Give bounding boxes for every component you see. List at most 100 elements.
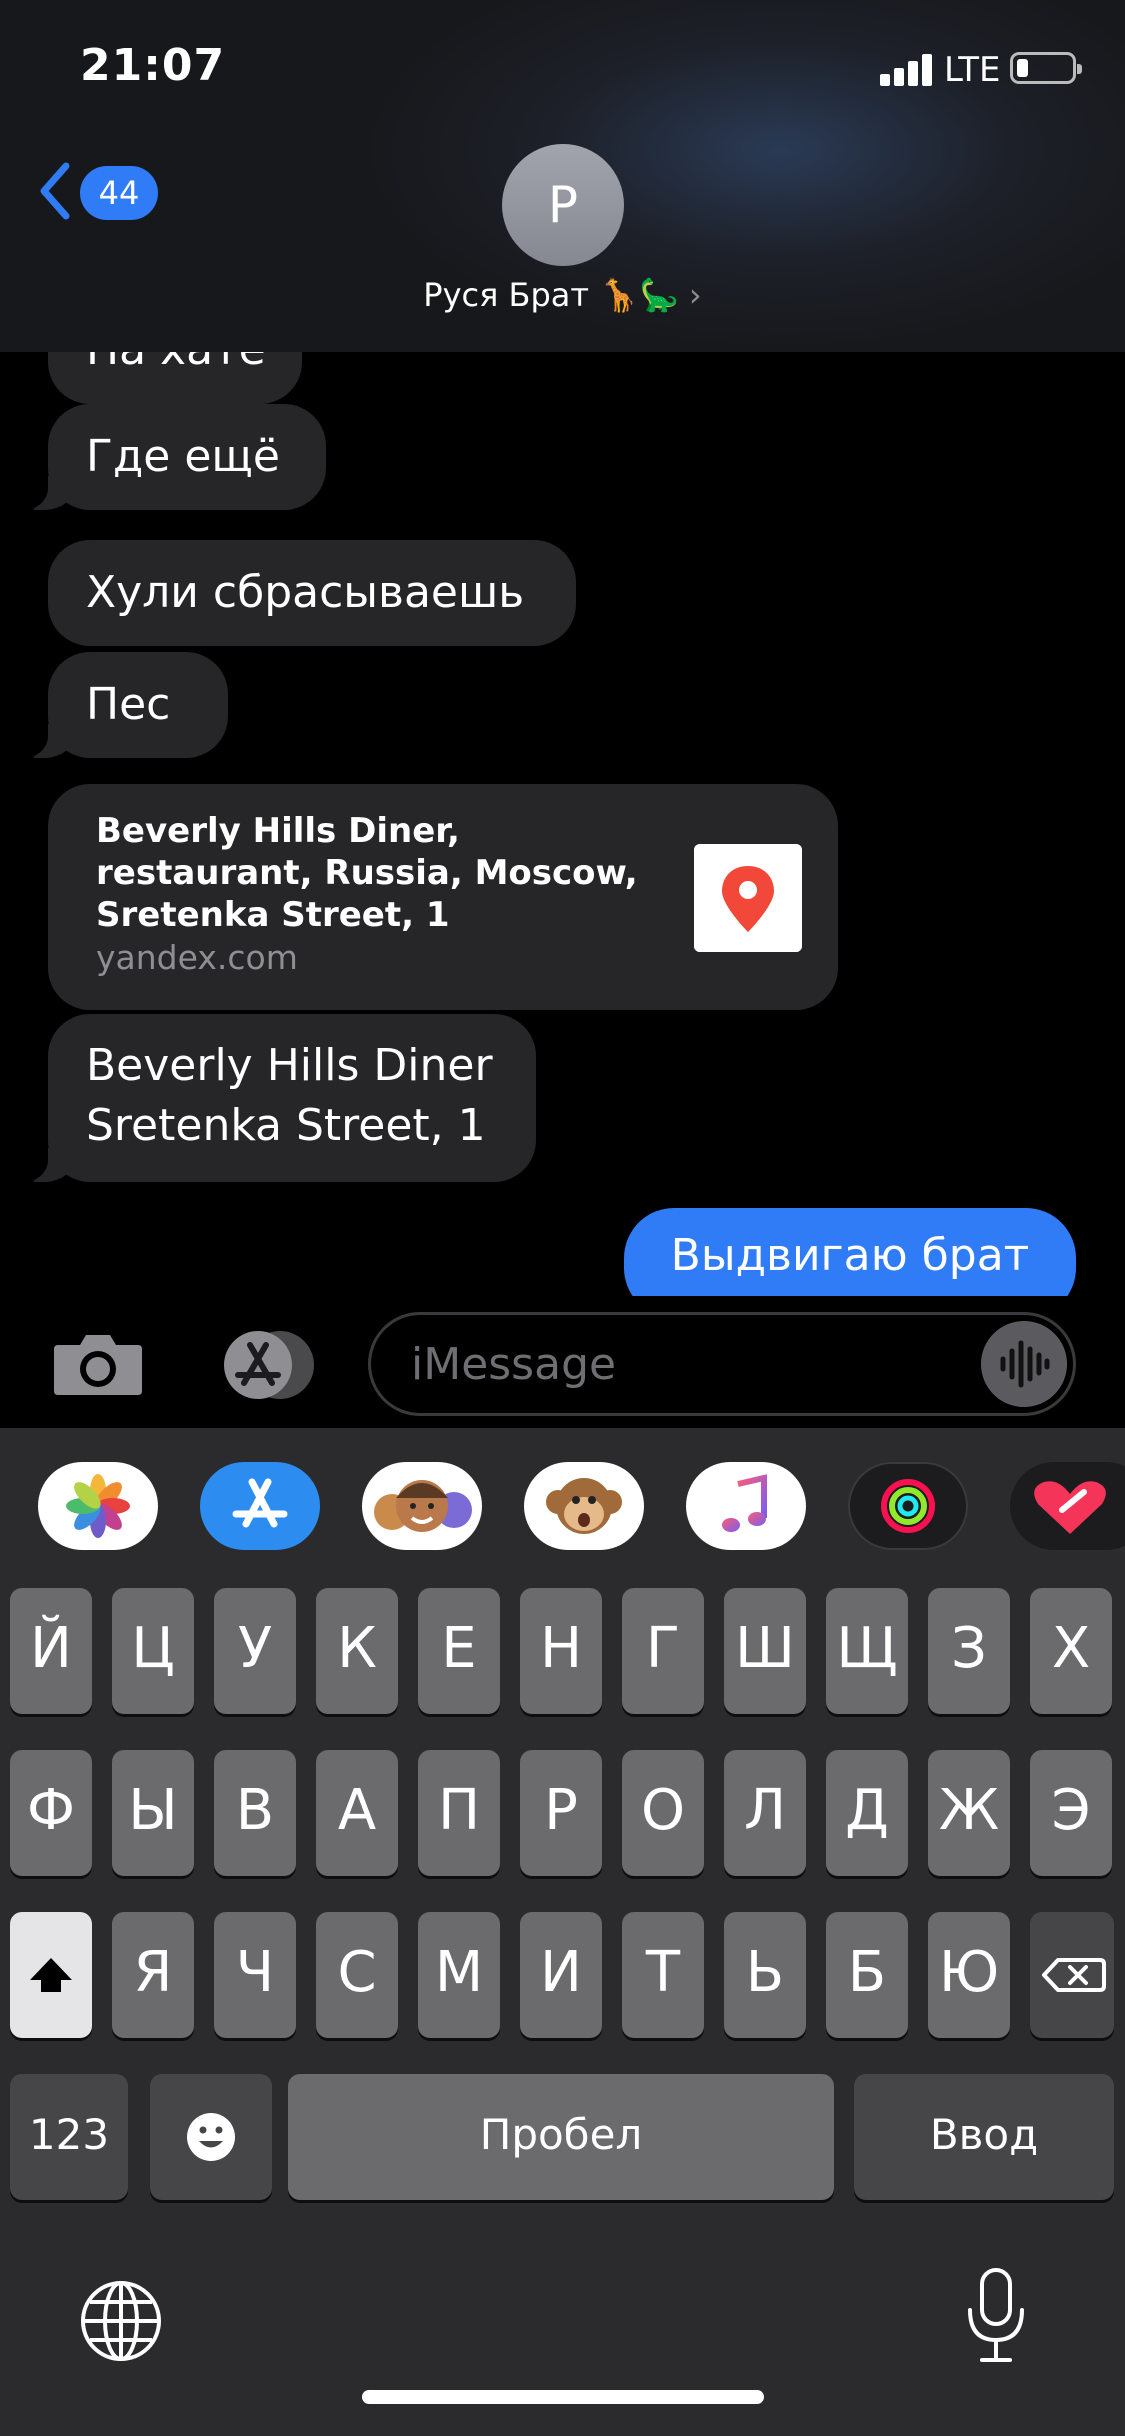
key-letter[interactable]: Й: [10, 1588, 92, 1714]
received-message[interactable]: Хули сбрасываешь: [48, 540, 576, 646]
contact-avatar[interactable]: P: [502, 144, 624, 266]
app-memoji-stickers[interactable]: [362, 1462, 482, 1550]
key-label: Ф: [26, 1778, 76, 1843]
key-letter[interactable]: П: [418, 1750, 500, 1876]
key-letter[interactable]: Ч: [214, 1912, 296, 2038]
conversation-header: 21:07 LTE 44 P Руся Брат 🦒🦕 ›: [0, 0, 1125, 352]
key-label: А: [337, 1778, 377, 1843]
key-letter[interactable]: Г: [622, 1588, 704, 1714]
key-label: Л: [743, 1778, 787, 1843]
app-appstore[interactable]: [200, 1462, 320, 1550]
key-label: Е: [441, 1616, 477, 1681]
key-label: Ж: [938, 1778, 1000, 1843]
emoji-key[interactable]: [150, 2074, 272, 2200]
key-label: Я: [133, 1940, 173, 2005]
message-text: Выдвигаю брат: [670, 1230, 1030, 1281]
key-label: У: [237, 1616, 273, 1681]
app-activity[interactable]: [848, 1462, 968, 1550]
key-label: Ы: [128, 1778, 178, 1843]
received-message[interactable]: Пес: [22, 652, 228, 758]
key-letter[interactable]: И: [520, 1912, 602, 2038]
key-letter[interactable]: Ц: [112, 1588, 194, 1714]
key-label: К: [337, 1616, 377, 1681]
cellular-signal-icon: [880, 54, 936, 86]
app-heart[interactable]: [1010, 1462, 1125, 1550]
key-letter[interactable]: У: [214, 1588, 296, 1714]
key-letter[interactable]: А: [316, 1750, 398, 1876]
unread-count-badge[interactable]: 44: [80, 166, 158, 220]
contact-name-button[interactable]: Руся Брат 🦒🦕 ›: [0, 276, 1125, 314]
key-letter[interactable]: С: [316, 1912, 398, 2038]
key-letter[interactable]: К: [316, 1588, 398, 1714]
key-letter[interactable]: М: [418, 1912, 500, 2038]
numbers-key-label: 123: [28, 2110, 110, 2159]
compose-bar: [0, 1296, 1125, 1428]
key-letter[interactable]: Ь: [724, 1912, 806, 2038]
dictation-mic-icon[interactable]: [964, 2266, 1028, 2366]
globe-icon[interactable]: [78, 2278, 164, 2364]
key-letter[interactable]: Д: [826, 1750, 908, 1876]
link-preview-card[interactable]: Beverly Hills Diner, restaurant, Russia,…: [48, 784, 838, 1010]
delete-key[interactable]: [1030, 1912, 1114, 2038]
key-letter[interactable]: О: [622, 1750, 704, 1876]
key-letter[interactable]: З: [928, 1588, 1010, 1714]
key-label: С: [337, 1940, 377, 2005]
camera-icon[interactable]: [52, 1331, 144, 1397]
audio-waveform-icon[interactable]: [981, 1321, 1067, 1407]
key-label: Й: [30, 1616, 72, 1681]
key-letter[interactable]: Ж: [928, 1750, 1010, 1876]
numbers-key[interactable]: 123: [10, 2074, 128, 2200]
message-input-field[interactable]: [368, 1312, 1076, 1416]
key-letter[interactable]: Т: [622, 1912, 704, 2038]
app-drawer-icon[interactable]: [210, 1329, 320, 1401]
key-letter[interactable]: Б: [826, 1912, 908, 2038]
message-text-line: Beverly Hills Diner: [86, 1040, 493, 1091]
space-key[interactable]: Пробел: [288, 2074, 834, 2200]
key-label: Г: [645, 1616, 681, 1681]
network-type-label: LTE: [944, 50, 1001, 90]
key-letter[interactable]: Ю: [928, 1912, 1010, 2038]
return-key[interactable]: Ввод: [854, 2074, 1114, 2200]
key-letter[interactable]: В: [214, 1750, 296, 1876]
space-key-label: Пробел: [479, 2110, 643, 2159]
shift-key[interactable]: [10, 1912, 92, 2038]
received-message[interactable]: Где ещё: [22, 404, 326, 510]
key-label: Д: [845, 1778, 889, 1843]
heart-icon: [1034, 1481, 1106, 1534]
app-music[interactable]: [686, 1462, 806, 1550]
music-note-icon: [722, 1474, 767, 1532]
key-letter[interactable]: Ы: [112, 1750, 194, 1876]
app-animoji[interactable]: [524, 1462, 644, 1550]
key-label: Р: [544, 1778, 578, 1843]
app-photos[interactable]: [38, 1462, 158, 1550]
key-letter[interactable]: Е: [418, 1588, 500, 1714]
key-letter[interactable]: Р: [520, 1750, 602, 1876]
key-letter[interactable]: Л: [724, 1750, 806, 1876]
key-label: Ь: [745, 1940, 785, 2005]
message-text: Где ещё: [86, 431, 280, 482]
key-letter[interactable]: Щ: [826, 1588, 908, 1714]
received-message[interactable]: Beverly Hills Diner Sretenka Street, 1: [22, 1014, 536, 1182]
message-input[interactable]: [409, 1335, 953, 1393]
home-indicator[interactable]: [362, 2390, 764, 2404]
key-label: Х: [1051, 1616, 1091, 1681]
activity-rings-icon: [881, 1479, 935, 1533]
key-label: Ц: [131, 1616, 175, 1681]
key-label: Т: [645, 1940, 681, 2005]
monkey-icon: [546, 1478, 622, 1534]
battery-icon: [1010, 52, 1082, 84]
yandex-maps-pin-icon: [694, 844, 802, 952]
back-chevron-icon[interactable]: [34, 160, 76, 222]
key-label: Ш: [735, 1616, 795, 1681]
key-letter[interactable]: Я: [112, 1912, 194, 2038]
backspace-icon: [1042, 1958, 1106, 1992]
key-letter[interactable]: Х: [1030, 1588, 1112, 1714]
key-letter[interactable]: Н: [520, 1588, 602, 1714]
key-letter[interactable]: Ш: [724, 1588, 806, 1714]
keyboard: ЙЦУКЕНГШЩЗХ ФЫВАПРОЛДЖЭ ЯЧСМИТЬБЮ 123 Пр…: [0, 1428, 1125, 2436]
message-text-line: Sretenka Street, 1: [86, 1100, 486, 1151]
key-letter[interactable]: Ф: [10, 1750, 92, 1876]
key-label: З: [951, 1616, 987, 1681]
key-label: И: [540, 1940, 582, 2005]
key-letter[interactable]: Э: [1030, 1750, 1112, 1876]
